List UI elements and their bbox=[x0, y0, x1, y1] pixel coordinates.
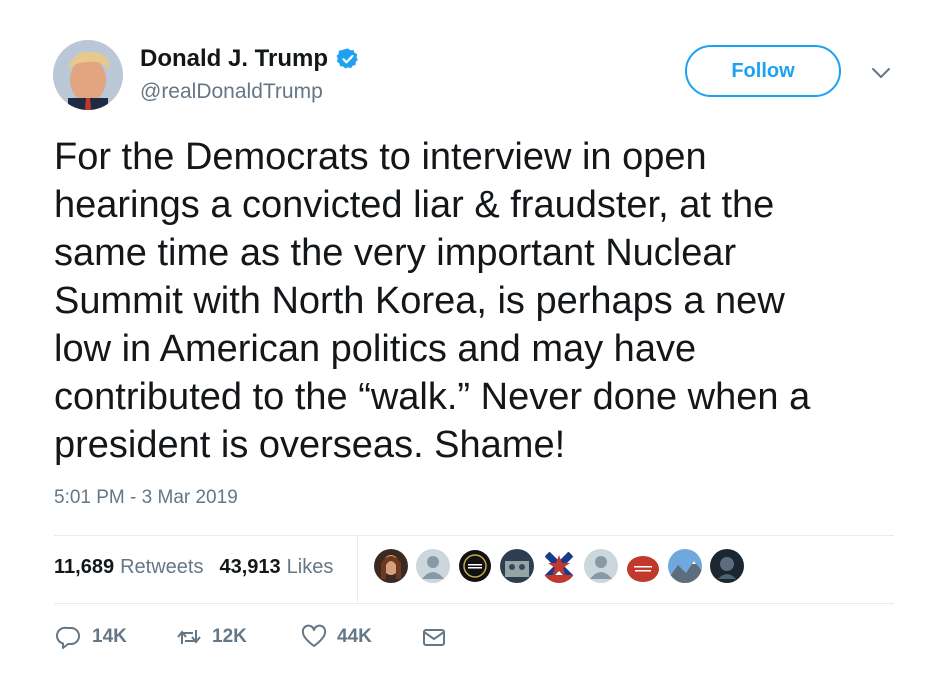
retweet-icon bbox=[177, 630, 201, 644]
likes-label: Likes bbox=[286, 556, 334, 578]
envelope-icon bbox=[423, 629, 445, 646]
liker-avatar-badge[interactable] bbox=[458, 549, 492, 583]
liker-avatar[interactable] bbox=[374, 549, 408, 583]
liker-avatar-photo[interactable] bbox=[500, 549, 534, 583]
follow-button[interactable]: Follow bbox=[685, 45, 841, 97]
liker-avatar-dark[interactable] bbox=[710, 549, 744, 583]
divider bbox=[54, 603, 894, 604]
likes-count: 43,913 bbox=[219, 556, 281, 578]
verified-badge-icon bbox=[336, 47, 360, 71]
liker-avatar-default[interactable] bbox=[416, 549, 450, 583]
liker-avatar-default[interactable] bbox=[584, 549, 618, 583]
like-button[interactable]: 44K bbox=[301, 624, 421, 650]
direct-message-button[interactable] bbox=[421, 624, 447, 650]
retweets-stat[interactable]: 11,689 Retweets bbox=[54, 556, 203, 579]
tweet-actions: 14K 12K 44K bbox=[56, 624, 447, 650]
tweet-text: For the Democrats to interview in open h… bbox=[54, 136, 811, 466]
reply-count: 14K bbox=[92, 626, 127, 647]
likes-stat[interactable]: 43,913 Likes bbox=[219, 556, 333, 579]
heart-icon bbox=[301, 624, 327, 647]
retweet-button[interactable]: 12K bbox=[176, 624, 301, 650]
liker-avatar-hat[interactable] bbox=[626, 549, 660, 583]
retweet-count: 12K bbox=[212, 626, 247, 647]
reply-icon bbox=[56, 626, 80, 649]
divider bbox=[54, 535, 894, 536]
reply-button[interactable]: 14K bbox=[56, 624, 176, 650]
stats-separator bbox=[357, 536, 358, 602]
avatar[interactable] bbox=[53, 40, 123, 110]
liker-avatar-flag[interactable] bbox=[542, 549, 576, 583]
retweets-count: 11,689 bbox=[54, 556, 115, 578]
user-handle[interactable]: @realDonaldTrump bbox=[140, 80, 323, 104]
liker-avatars bbox=[374, 549, 744, 583]
tweet-card: Donald J. Trump @realDonaldTrump Follow … bbox=[0, 0, 947, 687]
tweet-stats: 11,689 Retweets 43,913 Likes bbox=[54, 556, 349, 579]
retweets-label: Retweets bbox=[120, 556, 204, 578]
chevron-down-icon[interactable] bbox=[870, 65, 892, 81]
tweet-timestamp[interactable]: 5:01 PM - 3 Mar 2019 bbox=[54, 487, 238, 509]
display-name[interactable]: Donald J. Trump bbox=[140, 45, 328, 73]
like-count: 44K bbox=[337, 626, 372, 647]
liker-avatar-landscape[interactable] bbox=[668, 549, 702, 583]
